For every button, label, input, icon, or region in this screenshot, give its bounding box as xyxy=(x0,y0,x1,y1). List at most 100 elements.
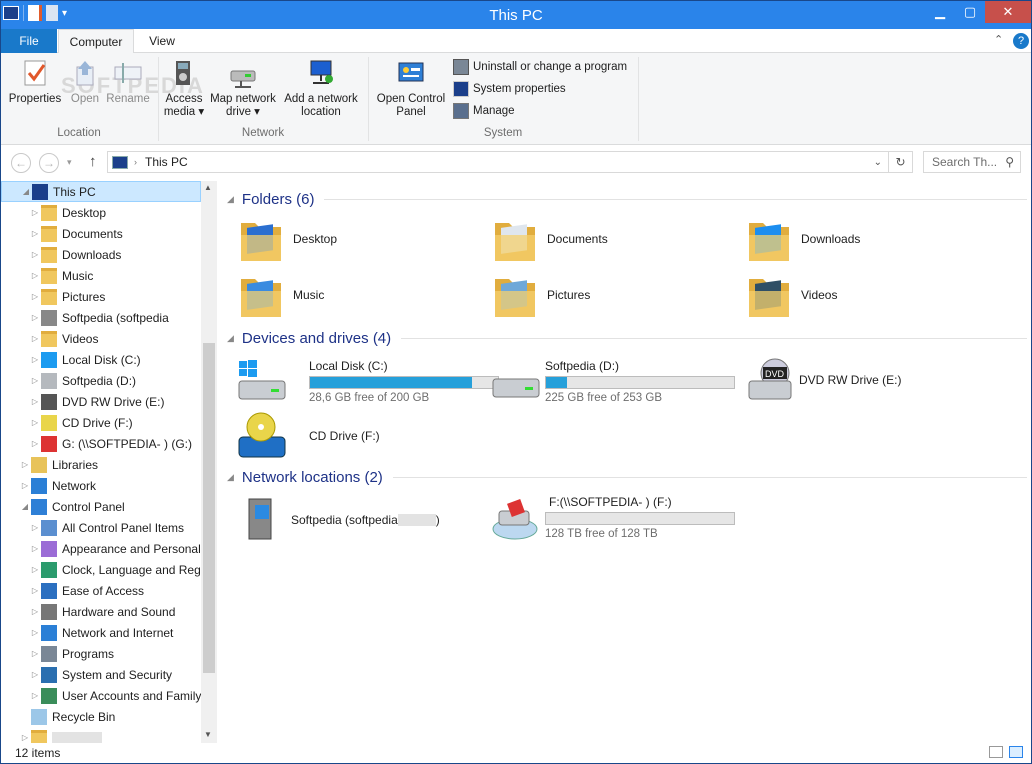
expand-arrow-icon[interactable]: ▷ xyxy=(19,460,31,469)
address-bar[interactable]: › This PC ⌄ ↻ xyxy=(107,151,913,173)
uninstall-program-button[interactable]: Uninstall or change a program xyxy=(453,59,627,75)
tree-item[interactable]: ▷ System and Security xyxy=(1,664,201,685)
tree-item[interactable]: ▷ User Accounts and Family xyxy=(1,685,201,706)
forward-button[interactable]: → xyxy=(39,153,59,173)
tree-item[interactable]: ▷ Local Disk (C:) xyxy=(1,349,201,370)
map-network-drive-button[interactable]: Map network drive ▾ xyxy=(207,57,279,119)
expand-arrow-icon[interactable]: ▷ xyxy=(29,208,41,217)
tree-item[interactable]: ▷ Libraries xyxy=(1,454,201,475)
address-dropdown-icon[interactable]: ⌄ xyxy=(874,157,882,168)
folder-item-desktop[interactable]: Desktop xyxy=(239,215,337,263)
scroll-down-icon[interactable]: ▼ xyxy=(204,730,212,739)
tab-file[interactable]: File xyxy=(1,29,57,53)
nav-scrollbar-thumb[interactable] xyxy=(203,343,215,673)
expand-arrow-icon[interactable]: ▷ xyxy=(29,439,41,448)
rename-button[interactable]: Rename xyxy=(105,57,151,106)
tree-item[interactable]: ▷ Softpedia (D:) xyxy=(1,370,201,391)
group-folders[interactable]: ◢ Folders (6) xyxy=(227,191,1027,208)
tree-item[interactable]: ▷ xyxy=(1,727,201,743)
tree-item[interactable]: ▷ Clock, Language and Regi xyxy=(1,559,201,580)
network-drive-f[interactable]: F:(\\SOFTPEDIA- ) (F:) 128 TB free of 12… xyxy=(491,495,735,543)
tree-item[interactable]: ▷ All Control Panel Items xyxy=(1,517,201,538)
expand-arrow-icon[interactable]: ▷ xyxy=(29,628,41,637)
drive-c[interactable]: Local Disk (C:) 28,6 GB free of 200 GB xyxy=(237,359,499,404)
breadcrumb-this-pc[interactable]: This PC xyxy=(145,155,188,169)
tree-item[interactable]: ▷ Desktop xyxy=(1,202,201,223)
tab-computer[interactable]: Computer xyxy=(58,29,134,54)
expand-arrow-icon[interactable]: ▷ xyxy=(29,670,41,679)
refresh-button[interactable]: ↻ xyxy=(888,152,912,172)
expand-arrow-icon[interactable]: ▷ xyxy=(29,313,41,322)
maximize-button[interactable]: ▢ xyxy=(955,1,985,23)
help-icon[interactable]: ? xyxy=(1013,33,1029,49)
tree-item[interactable]: ▷ Network and Internet xyxy=(1,622,201,643)
tree-item[interactable]: ▷ Ease of Access xyxy=(1,580,201,601)
tree-item[interactable]: ▷ Appearance and Personali xyxy=(1,538,201,559)
tree-item[interactable]: ▷ Music xyxy=(1,265,201,286)
manage-button[interactable]: Manage xyxy=(453,103,515,119)
search-box[interactable]: Search Th... ⚲ xyxy=(923,151,1021,173)
tree-item[interactable]: ▷ Downloads xyxy=(1,244,201,265)
tree-item[interactable]: ▷ CD Drive (F:) xyxy=(1,412,201,433)
tree-item[interactable]: ▷ Documents xyxy=(1,223,201,244)
folder-item-documents[interactable]: Documents xyxy=(493,215,608,263)
tree-item[interactable]: ▷ Programs xyxy=(1,643,201,664)
expand-arrow-icon[interactable]: ▷ xyxy=(29,523,41,532)
scroll-up-icon[interactable]: ▲ xyxy=(204,183,212,192)
collapse-ribbon-icon[interactable]: ⌃ xyxy=(994,33,1003,46)
expand-arrow-icon[interactable]: ▷ xyxy=(29,376,41,385)
expand-arrow-icon[interactable]: ▷ xyxy=(29,229,41,238)
tree-item[interactable]: ▷ Softpedia (softpedia xyxy=(1,307,201,328)
drive-f[interactable]: CD Drive (F:) xyxy=(237,411,380,461)
tree-item[interactable]: ◢ Control Panel xyxy=(1,496,201,517)
expand-arrow-icon[interactable]: ◢ xyxy=(20,187,32,196)
expand-arrow-icon[interactable]: ▷ xyxy=(29,586,41,595)
open-button[interactable]: Open xyxy=(65,57,105,106)
expand-arrow-icon[interactable]: ▷ xyxy=(29,397,41,406)
drive-d[interactable]: Softpedia (D:) 225 GB free of 253 GB xyxy=(491,359,735,404)
nav-scrollbar[interactable]: ▲ ▼ xyxy=(201,181,217,743)
expand-arrow-icon[interactable]: ▷ xyxy=(29,418,41,427)
tree-item[interactable]: ▷ G: (\\SOFTPEDIA- ) (G:) xyxy=(1,433,201,454)
expand-arrow-icon[interactable]: ▷ xyxy=(29,565,41,574)
back-button[interactable]: ← xyxy=(11,153,31,173)
large-icons-view-icon[interactable] xyxy=(1009,746,1023,758)
tree-item[interactable]: ▷ Videos xyxy=(1,328,201,349)
drive-e[interactable]: DVD DVD RW Drive (E:) xyxy=(745,357,901,403)
group-devices[interactable]: ◢ Devices and drives (4) xyxy=(227,330,1027,347)
expand-arrow-icon[interactable]: ▷ xyxy=(19,481,31,490)
expand-arrow-icon[interactable]: ▷ xyxy=(29,691,41,700)
tree-item[interactable]: Recycle Bin xyxy=(1,706,201,727)
tree-item[interactable]: ▷ Network xyxy=(1,475,201,496)
folder-item-music[interactable]: Music xyxy=(239,271,324,319)
recent-locations-icon[interactable]: ▾ xyxy=(67,157,72,168)
minimize-button[interactable]: ▁ xyxy=(925,1,955,23)
folder-item-videos[interactable]: Videos xyxy=(747,271,837,319)
expand-arrow-icon[interactable]: ▷ xyxy=(29,271,41,280)
open-control-panel-button[interactable]: Open Control Panel xyxy=(373,57,449,119)
expand-arrow-icon[interactable]: ▷ xyxy=(29,355,41,364)
folder-item-downloads[interactable]: Downloads xyxy=(747,215,860,263)
breadcrumb-chevron-icon[interactable]: › xyxy=(134,157,137,167)
tree-item[interactable]: ◢ This PC xyxy=(1,181,201,202)
properties-button[interactable]: Properties xyxy=(7,57,63,106)
expand-arrow-icon[interactable]: ▷ xyxy=(19,733,31,742)
expand-arrow-icon[interactable]: ▷ xyxy=(29,649,41,658)
expand-arrow-icon[interactable]: ◢ xyxy=(19,502,31,511)
expand-arrow-icon[interactable]: ▷ xyxy=(29,544,41,553)
system-properties-button[interactable]: System properties xyxy=(453,81,566,97)
add-network-location-button[interactable]: Add a network location xyxy=(281,57,361,119)
tree-item[interactable]: ▷ Pictures xyxy=(1,286,201,307)
expand-arrow-icon[interactable]: ▷ xyxy=(29,292,41,301)
tree-item[interactable]: ▷ DVD RW Drive (E:) xyxy=(1,391,201,412)
close-button[interactable]: ✕ xyxy=(985,1,1031,23)
folder-item-pictures[interactable]: Pictures xyxy=(493,271,590,319)
group-network-locations[interactable]: ◢ Network locations (2) xyxy=(227,469,1027,486)
details-view-icon[interactable] xyxy=(989,746,1003,758)
expand-arrow-icon[interactable]: ▷ xyxy=(29,607,41,616)
tab-view[interactable]: View xyxy=(137,29,187,53)
access-media-button[interactable]: Access media ▾ xyxy=(163,57,205,119)
up-button[interactable]: ↑ xyxy=(89,153,97,170)
tree-item[interactable]: ▷ Hardware and Sound xyxy=(1,601,201,622)
expand-arrow-icon[interactable]: ▷ xyxy=(29,334,41,343)
